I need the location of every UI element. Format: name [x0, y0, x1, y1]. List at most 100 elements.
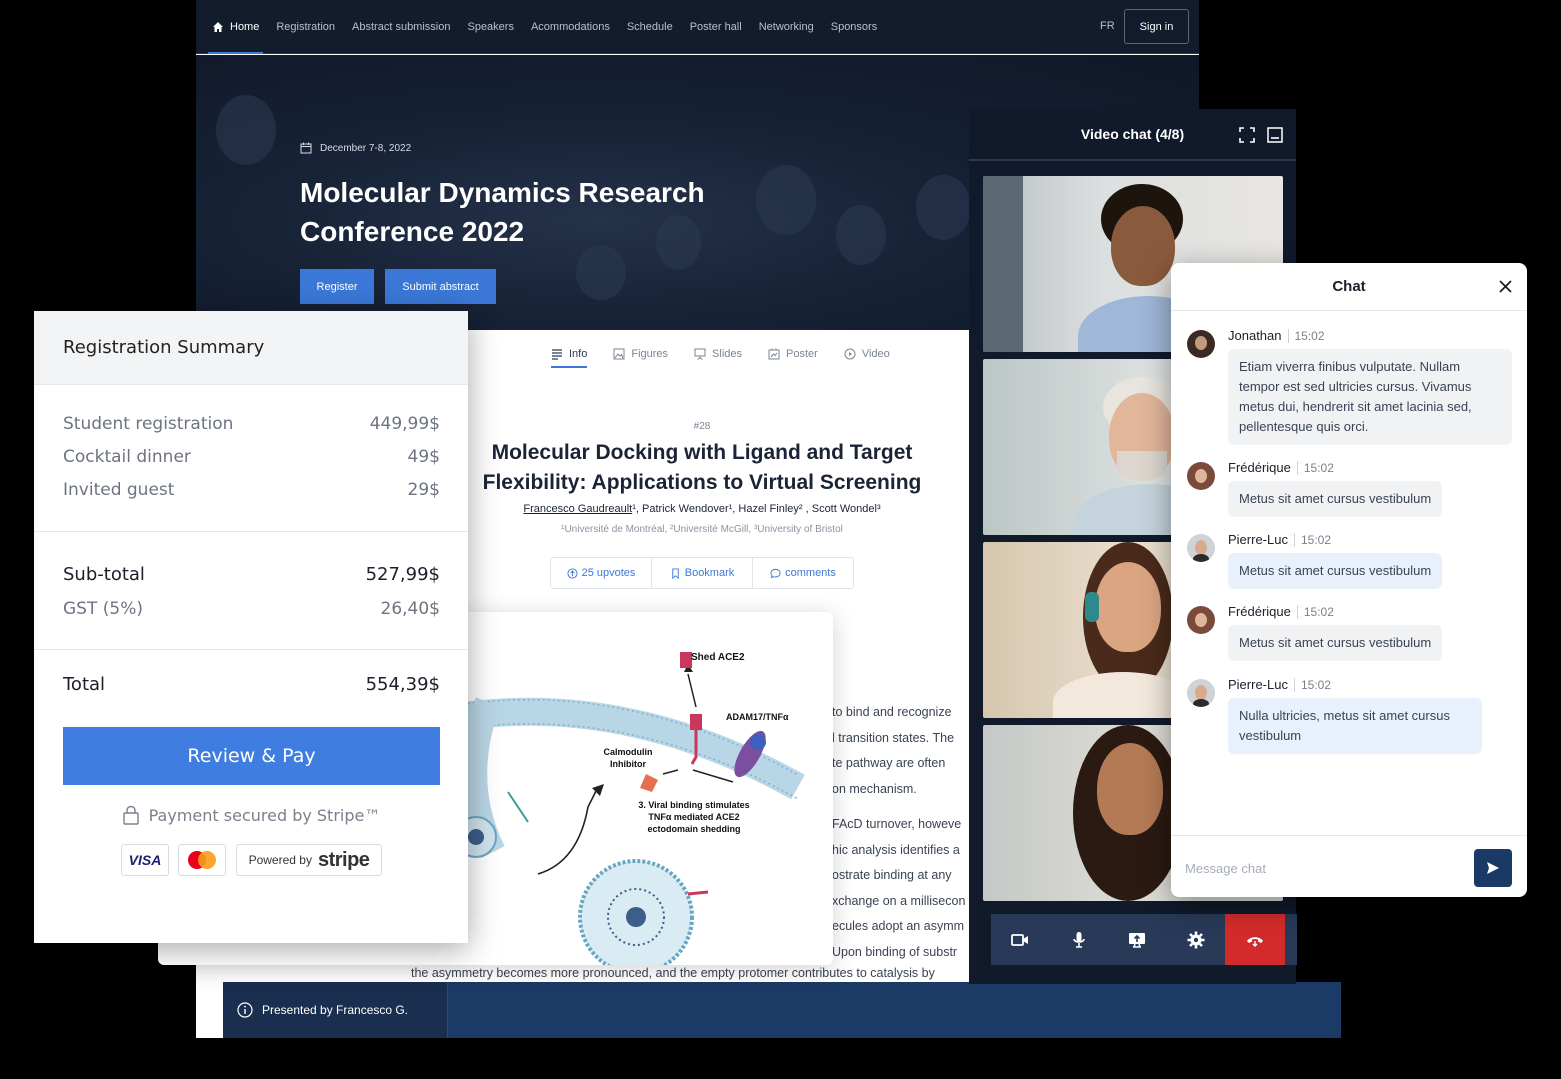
- line-item-price: 449,99$: [369, 414, 440, 434]
- other-authors: ¹, Patrick Wendover¹, Hazel Finley² , Sc…: [632, 503, 881, 515]
- label-step-1: 3. Viral binding stimulates: [638, 800, 749, 810]
- body-line: ecules adopt an asymm: [832, 919, 965, 933]
- home-icon: [213, 21, 223, 32]
- message-input[interactable]: [1185, 850, 1465, 886]
- message-author: Pierre-Luc 15:02: [1228, 677, 1331, 692]
- tab-info[interactable]: Info: [551, 340, 588, 368]
- powered-by-text: Powered by: [248, 853, 312, 867]
- nav-sponsors[interactable]: Sponsors: [831, 0, 877, 54]
- chat-header: Chat: [1171, 263, 1527, 311]
- register-button[interactable]: Register: [300, 269, 374, 304]
- message-bubble: Etiam viverra finibus vulputate. Nullam …: [1228, 349, 1512, 445]
- message-author: Pierre-Luc 15:02: [1228, 532, 1331, 547]
- end-call-button[interactable]: [1225, 914, 1285, 965]
- nav-schedule[interactable]: Schedule: [627, 0, 673, 54]
- nav-registration[interactable]: Registration: [276, 0, 335, 54]
- audience-silhouette: [836, 205, 886, 265]
- event-title: Molecular Dynamics Research Conference 2…: [300, 177, 705, 247]
- nav-home-label: Home: [230, 20, 260, 33]
- review-and-pay-button[interactable]: Review & Pay: [63, 727, 440, 785]
- message-bubble: Metus sit amet cursus vestibulum: [1228, 553, 1443, 589]
- screen-share-icon: [1129, 932, 1146, 948]
- sign-in-button[interactable]: Sign in: [1124, 9, 1189, 44]
- label-calmodulin: Calmodulin: [604, 747, 653, 757]
- camera-icon: [1011, 933, 1029, 946]
- nav-poster-hall[interactable]: Poster hall: [690, 0, 742, 54]
- message-author: Frédérique 15:02: [1228, 604, 1334, 619]
- avatar: [1187, 606, 1215, 634]
- play-icon: [844, 348, 856, 359]
- upvote-icon: [567, 567, 578, 579]
- language-toggle[interactable]: FR: [1100, 20, 1115, 32]
- presenter-info: Presented by Francesco G.: [223, 982, 448, 1038]
- tab-figures[interactable]: Figures: [613, 340, 668, 367]
- tab-video[interactable]: Video: [844, 340, 890, 367]
- send-button[interactable]: [1474, 849, 1512, 887]
- line-item: Invited guest 29$: [63, 480, 440, 500]
- bookmark-button[interactable]: Bookmark: [652, 558, 753, 588]
- body-line: xchange on a millisecon: [832, 893, 966, 908]
- comment-icon: [770, 568, 781, 578]
- payment-secured-text: Payment secured by Stripe™: [148, 805, 381, 825]
- message-bubble: Nulla ultricies, metus sit amet cursus v…: [1228, 698, 1482, 754]
- minimize-icon[interactable]: [1267, 127, 1283, 143]
- message-author: Frédérique 15:02: [1228, 460, 1334, 475]
- line-item-label: Cocktail dinner: [63, 447, 191, 467]
- body-line: ostrate binding at any: [832, 868, 952, 882]
- line-item: Student registration 449,99$: [63, 414, 440, 434]
- registration-summary-title: Registration Summary: [34, 311, 468, 385]
- message-time: 15:02: [1296, 461, 1334, 475]
- gst-row: GST (5%) 26,40$: [63, 599, 440, 619]
- tab-video-label: Video: [861, 347, 890, 360]
- tab-info-label: Info: [569, 347, 588, 360]
- microphone-icon: [1072, 931, 1085, 948]
- screen-share-button[interactable]: [1108, 914, 1167, 965]
- calendar-icon: [300, 142, 312, 154]
- message-author: Jonathan 15:02: [1228, 328, 1325, 343]
- settings-button[interactable]: [1167, 914, 1226, 965]
- content-tabs: Info Figures Slides Poster Video: [551, 340, 916, 368]
- close-icon[interactable]: [1498, 279, 1513, 294]
- nav-networking[interactable]: Networking: [759, 0, 814, 54]
- paper-title: Molecular Docking with Ligand and Target…: [482, 441, 922, 494]
- presenter-name: Presented by Francesco G.: [262, 1003, 409, 1017]
- body-line: FAcD turnover, howeve: [832, 817, 962, 831]
- subtotal-label: Sub-total: [63, 564, 145, 585]
- call-controls: [991, 914, 1297, 965]
- event-date: December 7-8, 2022: [300, 142, 411, 154]
- nav-abstract-submission[interactable]: Abstract submission: [352, 0, 450, 54]
- first-author-link[interactable]: Francesco Gaudreault: [523, 503, 632, 515]
- audience-silhouette: [756, 165, 816, 235]
- powered-by-stripe-badge: Powered by stripe: [236, 844, 382, 876]
- upvote-button[interactable]: 25 upvotes: [551, 558, 652, 588]
- submit-abstract-button[interactable]: Submit abstract: [385, 269, 496, 304]
- bookmark-icon: [672, 567, 679, 579]
- nav-home[interactable]: Home: [207, 0, 264, 54]
- camera-button[interactable]: [991, 914, 1050, 965]
- author-name: Pierre-Luc: [1228, 677, 1288, 692]
- nav-accommodations[interactable]: Acommodations: [531, 0, 610, 54]
- lock-icon: [122, 805, 139, 825]
- chat-title: Chat: [1332, 278, 1366, 295]
- avatar: [1187, 462, 1215, 490]
- event-date-text: December 7-8, 2022: [320, 142, 412, 154]
- audience-silhouette: [216, 95, 276, 165]
- nav-speakers[interactable]: Speakers: [467, 0, 513, 54]
- line-item-price: 49$: [407, 447, 440, 467]
- subtotal-value: 527,99$: [365, 564, 440, 585]
- tab-poster[interactable]: Poster: [768, 340, 818, 367]
- video-chat-header: Video chat (4/8): [969, 109, 1296, 161]
- tab-slides[interactable]: Slides: [694, 340, 742, 367]
- fullscreen-icon[interactable]: [1239, 127, 1255, 143]
- paper-affiliations: ¹Université de Montréal, ²Université McG…: [561, 524, 843, 535]
- author-name: Pierre-Luc: [1228, 532, 1288, 547]
- visa-logo: VISA: [121, 844, 169, 876]
- author-name: Frédérique: [1228, 460, 1291, 475]
- comments-button[interactable]: comments: [753, 558, 853, 588]
- tab-figures-label: Figures: [631, 347, 669, 360]
- payment-secured-note: Payment secured by Stripe™: [34, 805, 468, 825]
- microphone-button[interactable]: [1050, 914, 1109, 965]
- registration-summary: Registration Summary Student registratio…: [34, 311, 468, 943]
- mastercard-icon: [188, 851, 216, 869]
- body-line: on mechanism.: [832, 781, 917, 796]
